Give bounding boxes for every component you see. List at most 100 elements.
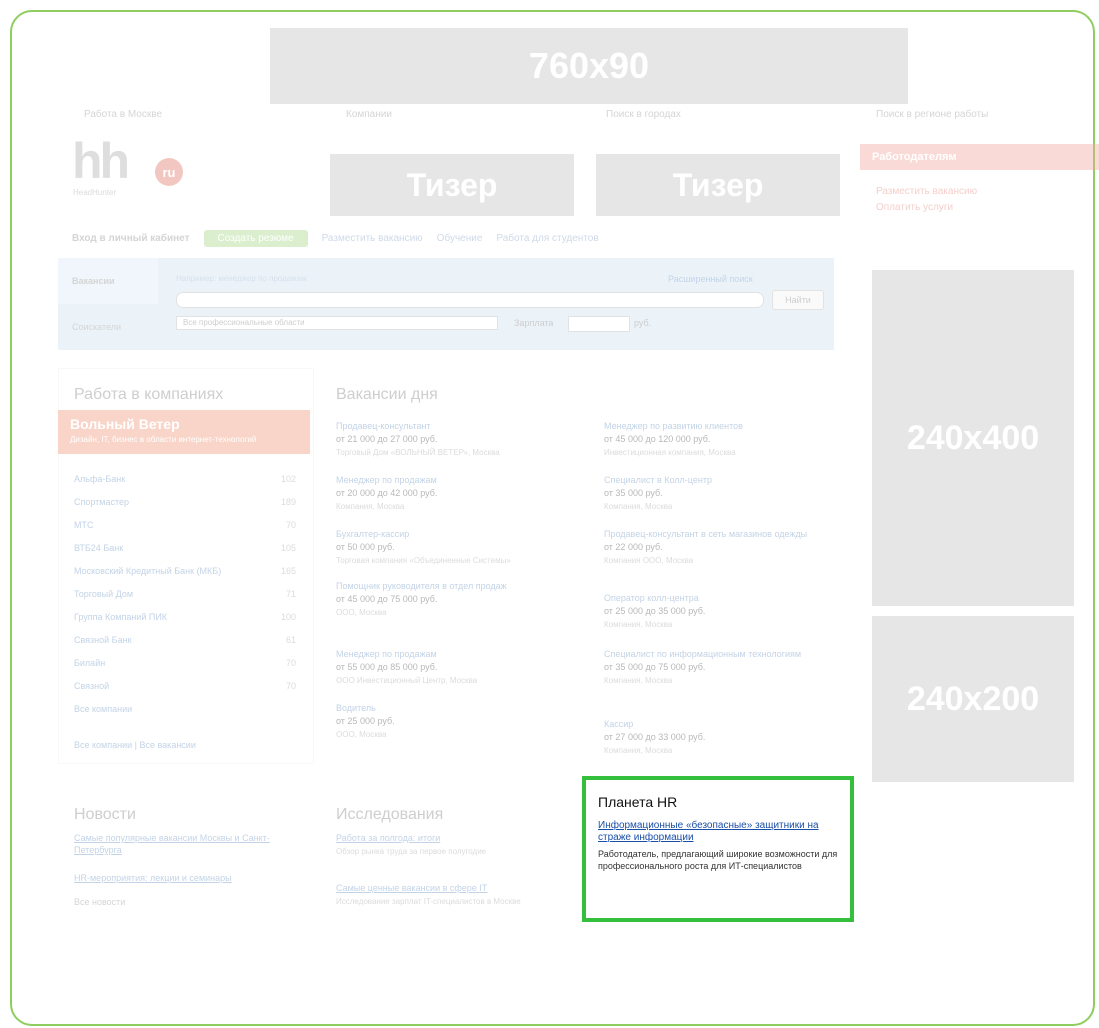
create-resume-button[interactable]: Создать резюме	[203, 229, 308, 247]
vacancy-item[interactable]: Водитель от 25 000 руб. ООО, Москва	[336, 702, 566, 741]
vacancy-item[interactable]: Специалист по информационным технологиям…	[604, 648, 834, 687]
vacancy-title[interactable]: Менеджер по развитию клиентов	[604, 420, 834, 433]
area-select[interactable]: Все профессиональные области	[176, 316, 498, 330]
banner-240x400[interactable]: 240x400	[872, 270, 1074, 606]
company-count: 189	[280, 497, 296, 507]
employer-pay-link[interactable]: Оплатить услуги	[876, 202, 953, 213]
vacancy-company: Торговый Дом «ВОЛЬНЫЙ ВЕТЕР», Москва	[336, 448, 500, 457]
news-all-link[interactable]: Все новости	[74, 896, 284, 908]
employer-panel[interactable]: Работодателям	[860, 144, 1099, 170]
company-row[interactable]: Торговый Дом 71	[74, 589, 296, 599]
vacancy-title[interactable]: Менеджер по продажам	[336, 474, 566, 487]
teaser-1[interactable]: Тизер	[330, 154, 574, 216]
research-link[interactable]: Работа за полгода: итоги	[336, 832, 566, 844]
vacancy-title[interactable]: Специалист по информационным технологиям	[604, 648, 834, 661]
vacancy-title[interactable]: Менеджер по продажам	[336, 648, 566, 661]
teaser-label: Тизер	[672, 166, 764, 203]
company-row[interactable]: МТС 70	[74, 520, 296, 530]
top-link-region[interactable]: Поиск в регионе работы	[876, 109, 988, 120]
research-title: Исследования	[336, 806, 444, 823]
news-item[interactable]: HR-мероприятия: лекции и семинары	[74, 872, 284, 884]
tab-vacancies[interactable]: Вакансии	[58, 258, 158, 304]
vacancy-company: Компания, Москва	[604, 620, 673, 629]
top-link-cities[interactable]: Поиск в городах	[606, 109, 681, 120]
top-link-work[interactable]: Работа в Москве	[84, 109, 162, 120]
company-row[interactable]: Московский Кредитный Банк (МКБ) 165	[74, 566, 296, 576]
featured-company[interactable]: Вольный Ветер Дизайн, IT, бизнес в облас…	[58, 410, 310, 454]
company-row[interactable]: Все компании	[74, 704, 296, 714]
banner-760x90[interactable]: 760x90	[270, 28, 908, 104]
company-row[interactable]: Альфа-Банк 102	[74, 474, 296, 484]
vacancy-item[interactable]: Кассир от 27 000 до 33 000 руб. Компания, …	[604, 718, 834, 757]
company-row[interactable]: Билайн 70	[74, 658, 296, 668]
vacancy-company: Компания, Москва	[336, 502, 405, 511]
vacancy-company: Компания, Москва	[604, 746, 673, 755]
login-link[interactable]: Вход в личный кабинет	[72, 233, 190, 244]
news-item[interactable]: Самые популярные вакансии Москвы и Санкт…	[74, 832, 284, 856]
vacancy-title[interactable]: Продавец-консультант	[336, 420, 566, 433]
main-nav: Вход в личный кабинет Создать резюме Раз…	[72, 228, 599, 248]
research-link[interactable]: Самые ценные вакансии в сфере IT	[336, 882, 566, 894]
vacancy-salary: от 35 000 до 75 000 руб.	[604, 662, 706, 672]
vacancy-item[interactable]: Менеджер по продажам от 55 000 до 85 000 …	[336, 648, 566, 687]
vacancy-company: Компания ООО, Москва	[604, 556, 694, 565]
vacancy-item[interactable]: Менеджер по развитию клиентов от 45 000 д…	[604, 420, 834, 459]
vacancy-salary: от 50 000 руб.	[336, 542, 395, 552]
employer-post-vacancy-link[interactable]: Разместить вакансию	[876, 186, 977, 197]
vacancy-title[interactable]: Оператор колл-центра	[604, 592, 834, 605]
vacancy-salary: от 35 000 руб.	[604, 488, 663, 498]
logo[interactable]: hh	[72, 136, 130, 186]
vacancy-title[interactable]: Помощник руководителя в отдел продаж	[336, 580, 566, 593]
company-name: Связной	[74, 681, 110, 691]
featured-company-desc: Дизайн, IT, бизнес в области интернет-те…	[70, 435, 257, 444]
vacancy-item[interactable]: Менеджер по продажам от 20 000 до 42 000 …	[336, 474, 566, 513]
vacancy-item[interactable]: Продавец-консультант от 21 000 до 27 000 …	[336, 420, 566, 459]
search-hint: Например: менеджер по продажам	[176, 274, 307, 283]
search-button[interactable]: Найти	[772, 290, 824, 310]
featured-company-name: Вольный Ветер	[70, 416, 180, 432]
vacancy-item[interactable]: Помощник руководителя в отдел продаж от 4…	[336, 580, 566, 619]
vacancy-item[interactable]: Специалист в Колл-центр от 35 000 руб. Ком…	[604, 474, 834, 513]
vacancy-item[interactable]: Бухгалтер-кассир от 50 000 руб. Торговая к…	[336, 528, 566, 567]
hr-planet-title: Планета HR	[598, 794, 678, 810]
nav-link-training[interactable]: Обучение	[437, 233, 483, 244]
vacancy-item[interactable]: Оператор колл-центра от 25 000 до 35 000 …	[604, 592, 834, 631]
salary-input[interactable]	[568, 316, 630, 332]
search-panel: Вакансии Соискатели Например: менеджер п…	[58, 258, 834, 350]
vacancy-title[interactable]: Специалист в Колл-центр	[604, 474, 834, 487]
hr-planet-link[interactable]: Информационные «безопасные» защитники на…	[598, 820, 838, 844]
vacancy-salary: от 27 000 до 33 000 руб.	[604, 732, 706, 742]
vacancy-title[interactable]: Бухгалтер-кассир	[336, 528, 566, 541]
vacancy-title[interactable]: Водитель	[336, 702, 566, 715]
company-row[interactable]: Спортмастер 189	[74, 497, 296, 507]
nav-link-post[interactable]: Разместить вакансию	[322, 233, 423, 244]
company-row[interactable]: Связной Банк 61	[74, 635, 296, 645]
company-count: 102	[280, 474, 296, 484]
tab-candidates[interactable]: Соискатели	[58, 304, 158, 350]
nav-link-students[interactable]: Работа для студентов	[496, 233, 598, 244]
vacancy-salary: от 55 000 до 85 000 руб.	[336, 662, 438, 672]
company-row[interactable]: Группа Компаний ПИК 100	[74, 612, 296, 622]
vacancy-title[interactable]: Продавец-консультант в сеть магазинов од…	[604, 528, 834, 541]
search-input[interactable]	[176, 292, 764, 308]
company-row[interactable]: ВТБ24 Банк 105	[74, 543, 296, 553]
banner-240x200[interactable]: 240x200	[872, 616, 1074, 782]
company-name: Спортмастер	[74, 497, 130, 507]
company-row[interactable]: Связной 70	[74, 681, 296, 691]
vacancy-company: Компания, Москва	[604, 502, 673, 511]
vacancy-salary: от 25 000 руб.	[336, 716, 395, 726]
company-count: 70	[285, 520, 296, 530]
company-name: Торговый Дом	[74, 589, 134, 599]
company-count: 61	[285, 635, 296, 645]
companies-footer[interactable]: Все компании | Все вакансии	[74, 740, 196, 750]
vacancy-item[interactable]: Продавец-консультант в сеть магазинов од…	[604, 528, 834, 567]
vacancy-title[interactable]: Кассир	[604, 718, 834, 731]
vacancy-company: ООО Инвестиционный Центр, Москва	[336, 676, 478, 685]
vacancy-salary: от 45 000 до 75 000 руб.	[336, 594, 438, 604]
top-link-companies[interactable]: Компании	[346, 109, 392, 120]
logo-badge: ru	[155, 158, 183, 186]
teaser-2[interactable]: Тизер	[596, 154, 840, 216]
advanced-search-link[interactable]: Расширенный поиск	[668, 274, 753, 284]
company-name: Московский Кредитный Банк (МКБ)	[74, 566, 222, 576]
banner-label: 760x90	[528, 45, 650, 86]
